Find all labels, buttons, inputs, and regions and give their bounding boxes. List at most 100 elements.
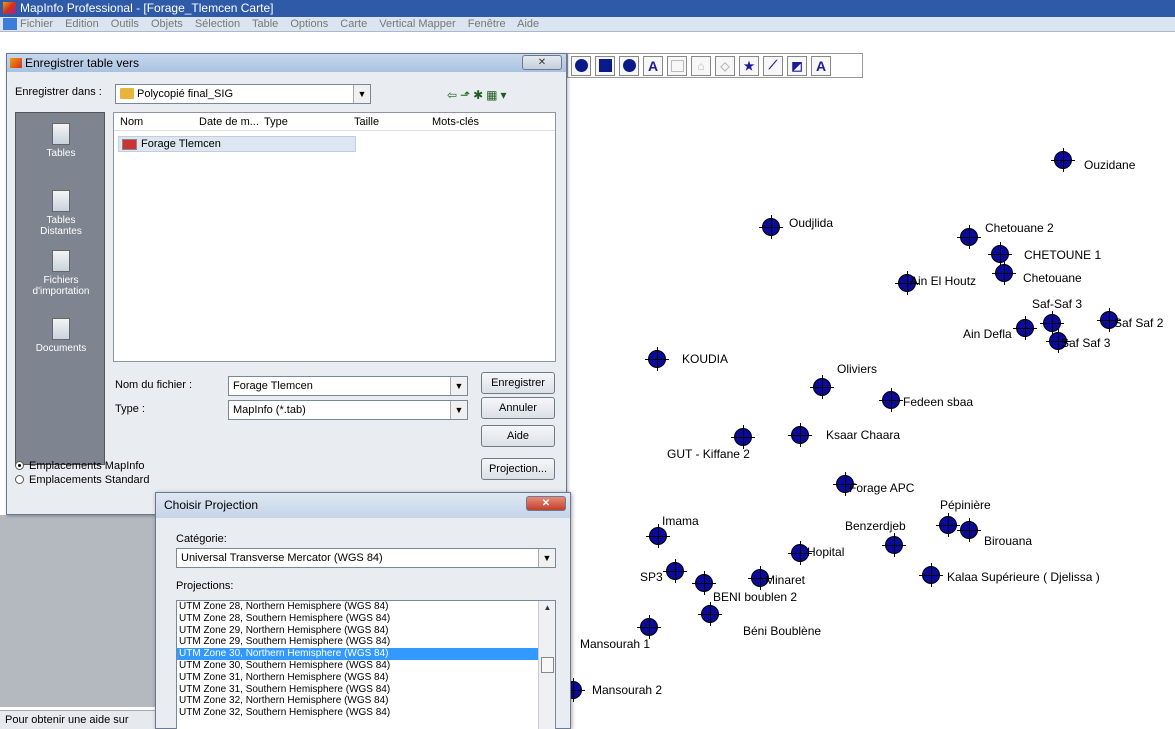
map-point[interactable] [646, 524, 670, 548]
text-icon: A [647, 57, 659, 74]
line-style-button[interactable]: ⟋ [763, 55, 783, 76]
help-button[interactable]: Aide [481, 425, 555, 447]
projection-item[interactable]: UTM Zone 31, Northern Hemisphere (WGS 84… [177, 672, 555, 684]
map-window[interactable]: Ouzidane Oudjlida Chetouane 2 CHETOUNE 1… [561, 78, 1175, 729]
map-point[interactable] [759, 215, 783, 239]
map-label: Ksaar Chaara [826, 428, 901, 442]
projection-item[interactable]: UTM Zone 29, Southern Hemisphere (WGS 84… [177, 636, 555, 648]
map-point[interactable] [879, 388, 903, 412]
projection-item-selected[interactable]: UTM Zone 30, Northern Hemisphere (WGS 84… [177, 648, 555, 660]
menu-options[interactable]: Options [290, 18, 328, 30]
projection-item[interactable]: UTM Zone 29, Northern Hemisphere (WGS 84… [177, 625, 555, 637]
map-point[interactable] [1051, 148, 1075, 172]
place-documents[interactable]: Documents [16, 318, 106, 354]
close-button[interactable]: ✕ [526, 496, 566, 511]
projection-item[interactable]: UTM Zone 28, Southern Hemisphere (WGS 84… [177, 613, 555, 625]
map-point[interactable] [957, 225, 981, 249]
map-point[interactable] [988, 242, 1012, 266]
places-bar: Tables Tables Distantes Fichiers d'impor… [15, 112, 105, 465]
place-tables[interactable]: Tables [16, 123, 106, 159]
map-point[interactable] [637, 615, 661, 639]
menu-fichier[interactable]: Fichier [20, 18, 53, 30]
radio-unselected-icon [15, 475, 24, 484]
file-list-header: Nom Date de m... Type Taille Mots-clés [114, 113, 555, 131]
menu-edition[interactable]: Edition [65, 18, 99, 30]
filename-label: Nom du fichier : [115, 379, 193, 391]
column-keywords[interactable]: Mots-clés [432, 116, 479, 128]
folder-nav-buttons: ⇦⬏✱▦▾ [447, 88, 510, 102]
menu-outils[interactable]: Outils [111, 18, 139, 30]
cancel-button[interactable]: Annuler [481, 397, 555, 419]
menu-objets[interactable]: Objets [151, 18, 183, 30]
column-size[interactable]: Taille [354, 116, 379, 128]
add-node-tool-button[interactable]: ◇ [715, 55, 735, 76]
file-item[interactable]: Forage Tlemcen [118, 136, 356, 152]
back-icon[interactable]: ⇦ [447, 88, 460, 102]
menu-carte[interactable]: Carte [340, 18, 367, 30]
close-button[interactable]: ✕ [522, 55, 562, 70]
menu-aide[interactable]: Aide [517, 18, 539, 30]
save-in-dropdown[interactable]: Polycopié final_SIG ▼ [115, 84, 371, 104]
map-point[interactable] [919, 563, 943, 587]
map-point[interactable] [1013, 316, 1037, 340]
text-style-button[interactable]: A [811, 55, 831, 76]
document-icon[interactable] [3, 18, 17, 30]
rectangle-tool-button[interactable] [595, 55, 615, 76]
column-type[interactable]: Type [264, 116, 288, 128]
projection-item[interactable]: UTM Zone 32, Northern Hemisphere (WGS 84… [177, 695, 555, 707]
menu-selection[interactable]: Sélection [195, 18, 240, 30]
projection-button[interactable]: Projection... [481, 458, 555, 480]
frame-icon [670, 59, 684, 72]
filename-input[interactable]: Forage Tlemcen ▼ [228, 376, 468, 396]
projection-item[interactable]: UTM Zone 32, Southern Hemisphere (WGS 84… [177, 707, 555, 719]
file-name: Forage Tlemcen [141, 138, 221, 150]
map-point[interactable] [698, 602, 722, 626]
map-point[interactable] [731, 425, 755, 449]
projections-scrollbar[interactable]: ▲ [538, 601, 555, 729]
mapinfo-app: MapInfo Professional - [Forage_Tlemcen C… [0, 0, 1175, 729]
file-list[interactable]: Nom Date de m... Type Taille Mots-clés F… [113, 112, 556, 362]
column-date[interactable]: Date de m... [199, 116, 259, 128]
scrollbar-thumb[interactable] [541, 657, 554, 673]
view-menu-icon[interactable]: ▦▾ [486, 88, 509, 102]
new-folder-icon[interactable]: ✱ [473, 88, 486, 102]
map-point[interactable] [645, 347, 669, 371]
category-dropdown[interactable]: Universal Transverse Mercator (WGS 84) ▼ [176, 548, 556, 568]
frame-tool-button[interactable] [667, 55, 687, 76]
projections-list[interactable]: UTM Zone 28, Northern Hemisphere (WGS 84… [176, 600, 556, 729]
map-point[interactable] [810, 375, 834, 399]
save-button[interactable]: Enregistrer [481, 372, 555, 394]
menu-table[interactable]: Table [252, 18, 278, 30]
reshape-tool-button[interactable]: ⌂ [691, 55, 711, 76]
map-point[interactable] [882, 533, 906, 557]
radio-standard-locations[interactable]: Emplacements Standard [15, 474, 149, 486]
radio-mapinfo-locations[interactable]: Emplacements MapInfo [15, 460, 145, 472]
map-point[interactable] [957, 518, 981, 542]
place-remote-tables[interactable]: Tables Distantes [16, 190, 106, 237]
map-point[interactable] [992, 261, 1016, 285]
rounded-rect-tool-button[interactable] [619, 55, 639, 76]
rectangle-icon [598, 59, 612, 72]
projection-item[interactable]: UTM Zone 28, Northern Hemisphere (WGS 84… [177, 601, 555, 613]
place-import-files[interactable]: Fichiers d'importation [16, 250, 106, 297]
type-dropdown[interactable]: MapInfo (*.tab) ▼ [228, 400, 468, 420]
scroll-up-icon[interactable]: ▲ [539, 603, 555, 612]
map-point[interactable] [663, 559, 687, 583]
ellipse-tool-button[interactable] [571, 55, 591, 76]
projection-item[interactable]: UTM Zone 30, Southern Hemisphere (WGS 84… [177, 660, 555, 672]
projections-label: Projections: [176, 580, 234, 592]
map-label: Béni Boublène [743, 624, 822, 638]
text-tool-button[interactable]: A [643, 55, 663, 76]
map-point[interactable] [692, 571, 716, 595]
up-folder-icon[interactable]: ⬏ [460, 88, 473, 102]
place-label: Documents [35, 343, 87, 354]
map-point[interactable] [788, 423, 812, 447]
map-point[interactable] [936, 513, 960, 537]
region-style-button[interactable]: ◩ [787, 55, 807, 76]
symbol-style-button[interactable]: ★ [739, 55, 759, 76]
menu-vertical-mapper[interactable]: Vertical Mapper [379, 18, 455, 30]
column-name[interactable]: Nom [120, 116, 143, 128]
map-label: KOUDIA [682, 352, 729, 366]
menu-fenetre[interactable]: Fenêtre [468, 18, 506, 30]
projection-item[interactable]: UTM Zone 31, Southern Hemisphere (WGS 84… [177, 684, 555, 696]
